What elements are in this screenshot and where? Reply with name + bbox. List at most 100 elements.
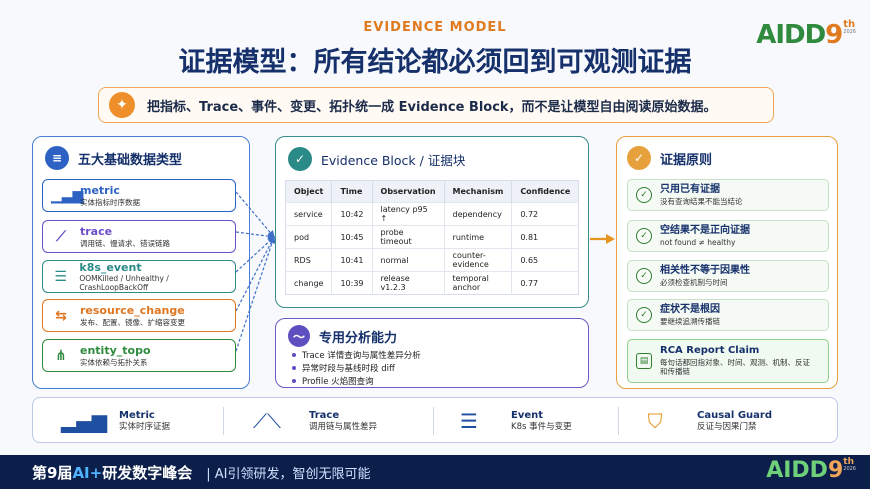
feature-strip: ▂▄▆ Metric 实体时序证据 ⟋⟍ Trace 调用链与属性差异 ☰ Even…: [32, 397, 838, 443]
trend-icon: 〜: [288, 325, 310, 347]
principle-desc: not found ≠ healthy: [660, 237, 736, 247]
cell: service: [285, 202, 333, 226]
evidence-block-panel: ✓ Evidence Block / 证据块 Object Time Obser…: [275, 136, 589, 308]
database-icon: ≡: [45, 146, 69, 170]
sparkle-icon: ✦: [109, 92, 135, 118]
principle-item: ✓ 相关性不等于因果性 必须检查机制与时间: [627, 260, 829, 292]
footer-logo-number: 9: [827, 458, 844, 483]
divider: [223, 407, 224, 435]
feature-title: Event: [511, 409, 544, 421]
evidence-table: Object Time Observation Mechanism Confid…: [285, 180, 580, 295]
cell: normal: [372, 248, 445, 272]
feature-desc: K8s 事件与变更: [511, 421, 572, 432]
footer-logo-text: AIDD: [766, 458, 828, 483]
col-confidence: Confidence: [511, 180, 579, 203]
principle-title: RCA Report Claim: [660, 345, 760, 357]
check-icon: ✓: [636, 187, 652, 203]
list-item: Trace 详情查询与属性差异分析: [292, 348, 421, 361]
change-icon: ⇆: [55, 307, 67, 324]
principle-title: 空结果不是正向证据: [660, 225, 750, 237]
list-item: Profile 火焰图查询: [292, 374, 421, 387]
cell: 10:42: [331, 202, 373, 226]
bullet-icon: [292, 365, 296, 370]
trace-icon: ⟋⟍: [253, 409, 281, 433]
analysis-list: Trace 详情查询与属性差异分析 异常时段与基线时段 diff Profile…: [292, 348, 421, 387]
feature-title: Causal Guard: [697, 409, 772, 421]
shield-check-icon: ✓: [627, 146, 651, 170]
conf-ai: AI+: [72, 463, 103, 482]
cell: 0.72: [511, 202, 579, 226]
principle-item: ✓ 只用已有证据 没有查询结果不能当结论: [627, 179, 829, 211]
data-type-resource-change[interactable]: ⇆ resource_change 发布、配置、镜像、扩缩容变更: [42, 299, 236, 332]
bar-chart-icon: ▁▃▆: [51, 187, 84, 204]
cell: RDS: [285, 248, 333, 272]
principle-title: 症状不是根因: [660, 304, 720, 316]
principle-desc: 没有查询结果不能当结论: [660, 196, 743, 206]
logo-year: 2026: [843, 29, 856, 35]
analysis-panel: 〜 专用分析能力 Trace 详情查询与属性差异分析 异常时段与基线时段 dif…: [275, 318, 589, 388]
cell: probe timeout: [372, 225, 445, 249]
data-type-k8s-event[interactable]: ☰ k8s_event OOMKilled / Unhealthy / Crash…: [42, 260, 236, 293]
principles-title: 证据原则: [660, 152, 713, 168]
analysis-title: 专用分析能力: [319, 330, 398, 346]
cell: release v1.2.3: [372, 271, 445, 295]
table-row: RDS 10:41 normal counter-evidence 0.65: [285, 248, 579, 272]
list-item-text: 异常时段与基线时段 diff: [302, 363, 395, 374]
feature-desc: 实体时序证据: [119, 421, 171, 432]
data-type-name: entity_topo: [80, 344, 151, 358]
principle-desc: 必须检查机制与时间: [660, 277, 728, 287]
col-mechanism: Mechanism: [444, 180, 513, 203]
cell: 10:45: [331, 225, 373, 249]
principle-desc: 每句话都回指对象、时间、观测、机制、反证和传播链: [660, 357, 810, 377]
cell: 10:41: [331, 248, 373, 272]
data-type-entity-topo[interactable]: ⋔ entity_topo 实体依赖与拓扑关系: [42, 339, 236, 372]
eyebrow-label: EVIDENCE MODEL: [363, 20, 507, 35]
arrow-right-icon: [590, 234, 615, 244]
feature-desc: 反证与因果门禁: [697, 421, 757, 432]
principles-panel: ✓ 证据原则 ✓ 只用已有证据 没有查询结果不能当结论 ✓ 空结果不是正向证据 no…: [616, 136, 838, 389]
data-type-trace[interactable]: ⟋ trace 调用链、慢请求、错误链路: [42, 220, 236, 253]
page-title: 证据模型：所有结论都必须回到可观测证据: [178, 47, 692, 78]
divider: [618, 407, 619, 435]
analysis-header: 〜 专用分析能力: [288, 325, 397, 347]
rca-report-claim: ▤ RCA Report Claim 每句话都回指对象、时间、观测、机制、反证和传…: [627, 339, 829, 383]
col-observation: Observation: [372, 180, 445, 203]
table-row: service 10:42 latency p95 ↑ dependency 0.72: [285, 202, 579, 226]
principle-title: 相关性不等于因果性: [660, 265, 750, 277]
feature-causal-guard: ⛉ Causal Guard 反证与因果门禁: [639, 398, 772, 444]
conf-prefix: 第9届: [32, 463, 73, 482]
col-time: Time: [331, 180, 373, 203]
list-item: 异常时段与基线时段 diff: [292, 361, 421, 374]
evidence-block-header: ✓ Evidence Block / 证据块: [288, 147, 465, 171]
data-type-metric[interactable]: ▁▃▆ metric 实体指标时序数据: [42, 179, 236, 212]
data-type-desc: 实体指标时序数据: [80, 197, 140, 207]
bullet-icon: [292, 352, 296, 357]
data-type-desc: 调用链、慢请求、错误链路: [80, 238, 170, 248]
feature-title: Metric: [119, 409, 155, 421]
principle-desc: 要继续追溯传播链: [660, 316, 720, 326]
feature-title: Trace: [309, 409, 340, 421]
data-type-desc: OOMKilled / Unhealthy / CrashLoopBackOff: [79, 274, 169, 293]
data-type-desc: 实体依赖与拓扑关系: [80, 357, 148, 367]
feature-trace: ⟋⟍ Trace 调用链与属性差异: [251, 398, 377, 444]
bar-chart-icon: ▂▄▆: [61, 409, 108, 433]
cell: 0.65: [511, 248, 579, 272]
cell: counter-evidence: [444, 248, 513, 272]
feature-event: ☰ Event K8s 事件与变更: [453, 398, 572, 444]
check-icon: ✓: [636, 268, 652, 284]
principles-header: ✓ 证据原则: [627, 146, 712, 170]
cell: 0.81: [511, 225, 579, 249]
report-icon: ▤: [636, 353, 652, 369]
data-types-header: ≡ 五大基础数据类型: [45, 146, 182, 170]
slogan: | AI引领研发，智创无限可能: [206, 466, 371, 482]
conference-name: 第9届AI+研发数字峰会: [32, 462, 192, 483]
data-types-panel: ≡ 五大基础数据类型 ▁▃▆ metric 实体指标时序数据 ⟋ trace 调用链…: [32, 136, 250, 389]
summary-banner: ✦ 把指标、Trace、事件、变更、拓扑统一成 Evidence Block，而…: [98, 87, 774, 123]
cell: temporal anchor: [444, 271, 513, 295]
bullet-icon: [292, 378, 296, 383]
cell: runtime: [444, 225, 513, 249]
connector-arrows: [236, 191, 276, 352]
shield-check-icon: ⛉: [647, 409, 663, 433]
logo-number: 9: [825, 20, 843, 50]
table-row: change 10:39 release v1.2.3 temporal anchor…: [285, 271, 579, 295]
